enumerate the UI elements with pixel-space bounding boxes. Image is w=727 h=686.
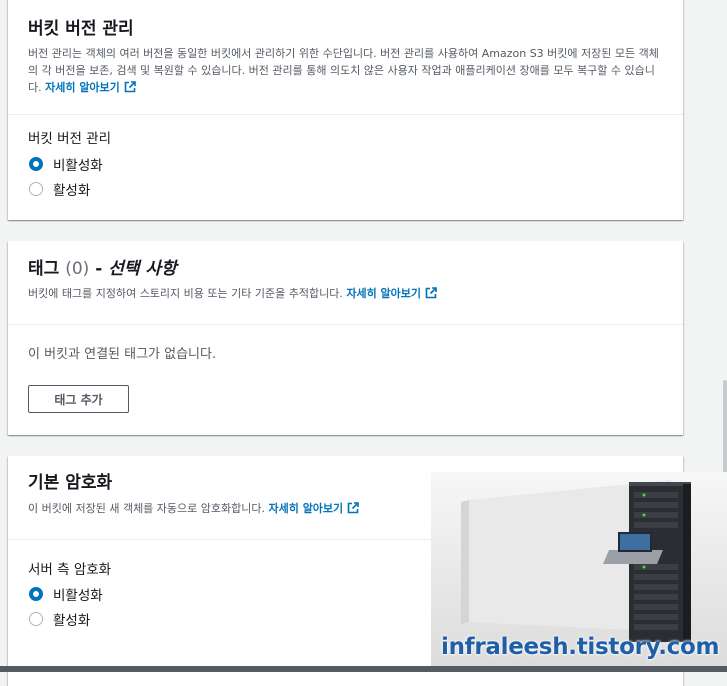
versioning-panel: 버킷 버전 관리 버전 관리는 객체의 여러 버전을 동일한 버킷에서 관리하기… [8,0,683,220]
versioning-header: 버킷 버전 관리 버전 관리는 객체의 여러 버전을 동일한 버킷에서 관리하기… [8,0,683,115]
add-tag-button[interactable]: 태그 추가 [28,385,129,413]
encryption-description-text: 이 버킷에 저장된 새 객체를 자동으로 암호화합니다. [28,502,265,515]
versioning-description: 버전 관리는 객체의 여러 버전을 동일한 버킷에서 관리하기 위한 수단입니다… [28,45,663,96]
versioning-learn-more-link[interactable]: 자세히 알아보기 [45,81,136,94]
tags-description: 버킷에 태그를 지정하여 스토리지 비용 또는 기타 기준을 추적합니다. 자세… [28,285,663,302]
tags-title: 태그 (0) - 선택 사항 [28,241,663,280]
tags-header: 태그 (0) - 선택 사항 버킷에 태그를 지정하여 스토리지 비용 또는 기… [8,241,683,325]
radio-selected-icon[interactable] [29,586,43,601]
radio-unselected-icon[interactable] [29,611,43,626]
encryption-option-enable-label: 활성화 [53,612,91,629]
radio-unselected-icon[interactable] [29,181,43,196]
versioning-option-disable[interactable]: 비활성화 [28,151,663,176]
radio-selected-icon[interactable] [29,156,43,171]
versioning-learn-more-label: 자세히 알아보기 [45,81,120,94]
versioning-field-label: 버킷 버전 관리 [28,131,112,147]
tags-optional: 선택 사항 [108,259,177,279]
tags-learn-more-link[interactable]: 자세히 알아보기 [346,287,437,300]
tags-title-text: 태그 [28,259,60,279]
versioning-option-enable-label: 활성화 [53,182,91,199]
page-scrollbar[interactable] [723,380,727,476]
versioning-title: 버킷 버전 관리 [28,19,134,39]
tags-title-dash: - [89,259,109,279]
versioning-option-disable-label: 비활성화 [53,157,103,174]
encryption-learn-more-link[interactable]: 자세히 알아보기 [269,502,360,515]
bottom-bar [0,666,727,672]
external-link-icon [124,81,136,93]
tags-panel: 태그 (0) - 선택 사항 버킷에 태그를 지정하여 스토리지 비용 또는 기… [8,241,683,435]
tags-description-text: 버킷에 태그를 지정하여 스토리지 비용 또는 기타 기준을 추적합니다. [28,287,343,300]
tags-body: 이 버킷과 연결된 태그가 없습니다. [8,325,683,364]
encryption-learn-more-label: 자세히 알아보기 [268,502,344,515]
tags-learn-more-label: 자세히 알아보기 [346,287,421,300]
external-link-icon [347,502,359,514]
watermark-text: infraleesh.tistory.com [441,634,720,660]
watermark-image: infraleesh.tistory.com [431,472,727,666]
external-link-icon [425,287,437,299]
versioning-option-enable[interactable]: 활성화 [28,176,663,201]
tags-empty-text: 이 버킷과 연결된 태그가 없습니다. [28,347,217,362]
encryption-option-disable-label: 비활성화 [53,587,103,604]
tags-count: (0) [65,259,90,279]
versioning-body: 버킷 버전 관리 비활성화 활성화 [8,115,683,201]
